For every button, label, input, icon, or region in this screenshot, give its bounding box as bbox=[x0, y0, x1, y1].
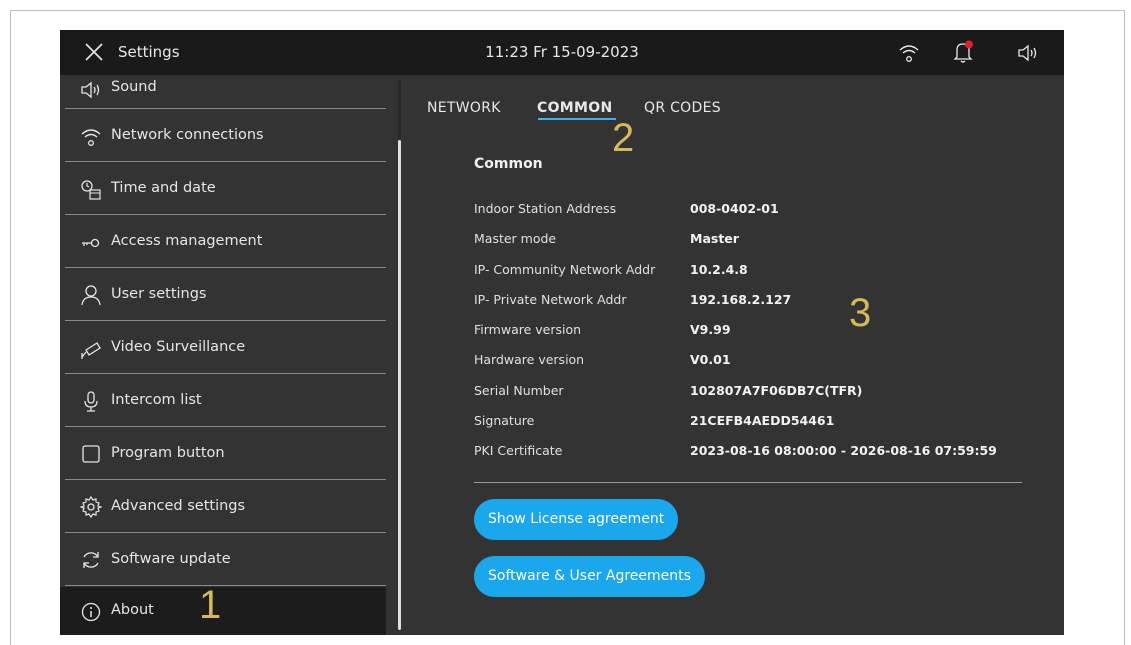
info-value: 21CEFB4AEDD54461 bbox=[690, 413, 835, 428]
square-icon bbox=[82, 445, 100, 463]
sidebar-item-label: Video Surveillance bbox=[111, 339, 246, 355]
wifi-icon bbox=[81, 129, 101, 146]
sidebar-item-label: Advanced settings bbox=[111, 498, 246, 514]
show-license-agreement-button[interactable]: Show License agreement bbox=[474, 499, 679, 540]
sidebar-item-access-management[interactable]: Access management bbox=[60, 215, 386, 267]
info-value: 008-0402-01 bbox=[690, 201, 779, 216]
active-tab-indicator bbox=[538, 118, 616, 120]
sidebar-item-label: Software update bbox=[111, 551, 231, 567]
camera-icon bbox=[81, 342, 101, 359]
sidebar-item-video-surveillance[interactable]: Video Surveillance bbox=[60, 321, 386, 373]
sidebar-item-label: Sound bbox=[111, 79, 157, 95]
info-label: PKI Certificate bbox=[474, 443, 563, 458]
sidebar-item-label: Intercom list bbox=[111, 392, 202, 408]
clock-calendar-icon bbox=[81, 180, 101, 200]
sidebar-item-program-button[interactable]: Program button bbox=[60, 427, 386, 479]
info-value: 192.168.2.127 bbox=[690, 292, 792, 307]
sidebar-scrollbar[interactable] bbox=[398, 140, 401, 630]
wifi-icon bbox=[899, 45, 919, 62]
info-value: 102807A7F06DB7C(TFR) bbox=[690, 383, 863, 398]
refresh-icon bbox=[83, 552, 99, 568]
speaker-icon[interactable] bbox=[1017, 43, 1039, 63]
info-label: Indoor Station Address bbox=[474, 201, 617, 216]
speaker-icon bbox=[81, 81, 100, 99]
sidebar-divider bbox=[65, 585, 386, 586]
device-screen: Settings 11:23 Fr 15-09-2023 Sound Netwo… bbox=[60, 30, 1064, 635]
sidebar-item-label: User settings bbox=[111, 286, 207, 302]
frame-left-border bbox=[10, 10, 11, 645]
settings-sidebar: Sound Network connections Time and date bbox=[60, 75, 390, 635]
bell-icon[interactable] bbox=[952, 40, 974, 64]
sidebar-item-label: Program button bbox=[111, 445, 225, 461]
annotation-number-2: 2 bbox=[612, 116, 635, 160]
sidebar-item-about[interactable]: About bbox=[60, 587, 386, 635]
section-heading: Common bbox=[474, 156, 543, 172]
info-label: Master mode bbox=[474, 231, 557, 246]
sidebar-item-intercom-list[interactable]: Intercom list bbox=[60, 374, 386, 426]
info-value: 10.2.4.8 bbox=[690, 262, 748, 277]
annotation-number-1: 1 bbox=[199, 583, 222, 627]
gear-icon bbox=[80, 496, 102, 518]
info-value: V9.99 bbox=[690, 322, 731, 337]
sidebar-item-label: Network connections bbox=[111, 127, 264, 143]
info-label: Firmware version bbox=[474, 322, 582, 337]
annotation-number-3: 3 bbox=[849, 291, 872, 335]
info-value: 2023-08-16 08:00:00 - 2026-08-16 07:59:5… bbox=[690, 443, 997, 458]
info-label: Serial Number bbox=[474, 383, 564, 398]
tab-common[interactable]: COMMON bbox=[537, 100, 612, 116]
sidebar-item-sound[interactable]: Sound bbox=[60, 75, 386, 108]
sidebar-item-time-and-date[interactable]: Time and date bbox=[60, 162, 386, 214]
info-label: Hardware version bbox=[474, 352, 585, 367]
sidebar-item-network-connections[interactable]: Network connections bbox=[60, 109, 386, 161]
info-value: Master bbox=[690, 231, 739, 246]
content-divider bbox=[474, 482, 1022, 483]
frame-right-border bbox=[1124, 10, 1125, 645]
sidebar-item-label: About bbox=[111, 602, 154, 618]
top-bar: Settings 11:23 Fr 15-09-2023 bbox=[60, 30, 1064, 75]
microphone-icon bbox=[84, 391, 98, 412]
sidebar-item-software-update[interactable]: Software update bbox=[60, 533, 386, 585]
info-label: IP- Private Network Addr bbox=[474, 292, 627, 307]
sidebar-item-label: Access management bbox=[111, 233, 263, 249]
info-label: Signature bbox=[474, 413, 535, 428]
frame-top-border bbox=[10, 10, 1125, 11]
info-value: V0.01 bbox=[690, 352, 731, 367]
key-icon bbox=[82, 238, 100, 248]
sidebar-item-label: Time and date bbox=[111, 180, 216, 196]
tab-qr-codes[interactable]: QR CODES bbox=[644, 100, 721, 116]
info-icon bbox=[81, 602, 101, 622]
software-user-agreements-button[interactable]: Software & User Agreements bbox=[474, 556, 705, 597]
tab-network[interactable]: NETWORK bbox=[427, 100, 501, 116]
user-icon bbox=[81, 285, 101, 306]
sidebar-item-user-settings[interactable]: User settings bbox=[60, 268, 386, 320]
info-label: IP- Community Network Addr bbox=[474, 262, 656, 277]
notification-dot bbox=[965, 40, 973, 49]
sidebar-item-advanced-settings[interactable]: Advanced settings bbox=[60, 480, 386, 532]
